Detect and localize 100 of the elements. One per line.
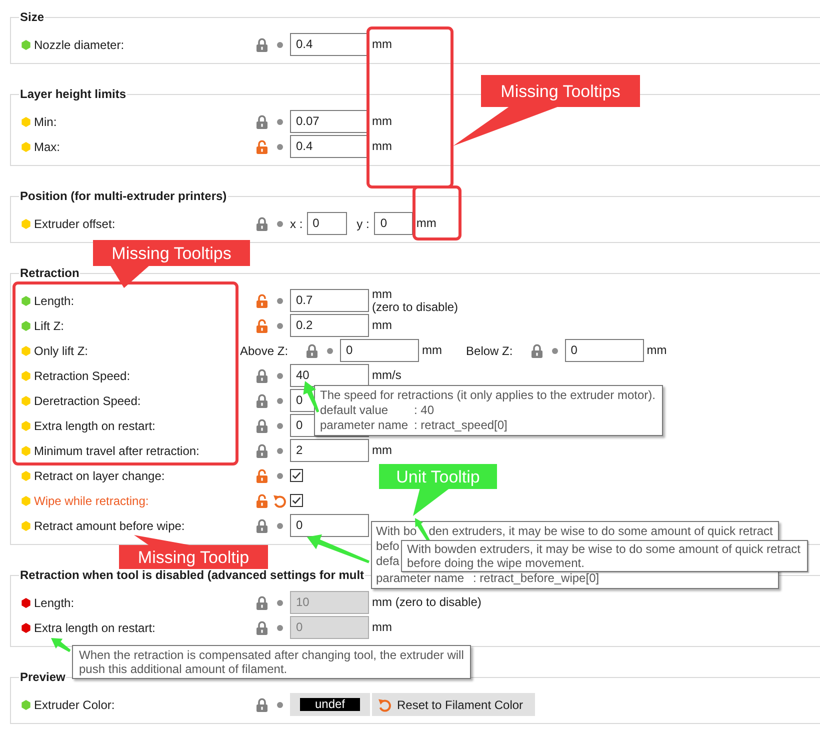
section-title: Layer height limits	[19, 87, 128, 101]
input-field[interactable]: 0.7	[290, 289, 369, 312]
open-padlock-icon[interactable]	[256, 468, 268, 482]
dot-icon	[277, 624, 283, 630]
unit-label: mm	[422, 344, 442, 357]
padlock-icon[interactable]	[256, 418, 268, 432]
padlock-icon[interactable]	[306, 344, 318, 358]
setting-label: Extruder Color:	[34, 698, 115, 712]
param-value: : retract_speed[0]	[414, 418, 508, 433]
axis-label: y :	[356, 216, 370, 230]
unit-label: mm	[372, 115, 392, 128]
callout: Unit Tooltip	[379, 464, 497, 516]
dot-icon	[277, 322, 283, 328]
tooltip-text: The speed for retractions (it only applies to the extruder motor).	[320, 388, 656, 403]
circular-arrow-icon	[378, 698, 391, 712]
padlock-icon[interactable]	[256, 114, 268, 128]
setting-label: Deretraction Speed:	[34, 394, 141, 408]
input-field[interactable]: 0	[374, 212, 414, 235]
input-field[interactable]: 2	[290, 439, 369, 462]
tooltip-text: With bowden extruders, it may be wise to do some amount of quick retract	[407, 542, 801, 556]
color-swatch-button[interactable]: undef	[290, 693, 370, 716]
padlock-icon[interactable]	[256, 38, 268, 52]
unit-label: mm	[372, 444, 392, 457]
unit-label: mm	[646, 344, 667, 357]
field-label: Above Z:	[240, 344, 288, 358]
dot-icon	[277, 144, 283, 150]
padlock-icon[interactable]	[256, 368, 268, 382]
unit-note: (zero to disable)	[372, 300, 458, 314]
input-field[interactable]: 0.07	[290, 110, 369, 133]
dot-icon	[277, 422, 283, 428]
dot-icon	[277, 372, 283, 378]
input-field[interactable]: 0.4	[290, 135, 369, 158]
callout: Missing Tooltips	[93, 240, 250, 288]
tooltip-text: With bo	[376, 524, 417, 539]
open-padlock-icon[interactable]	[256, 494, 268, 508]
padlock-icon[interactable]	[256, 698, 268, 712]
dot-icon	[277, 118, 283, 124]
setting-label: Length:	[34, 596, 74, 610]
dot-icon	[277, 448, 283, 454]
dot-icon	[277, 472, 283, 478]
unit-label: mm	[372, 288, 393, 300]
input-field[interactable]: 0.2	[290, 314, 369, 337]
dot-icon	[327, 348, 334, 354]
setting-label: Wipe while retracting:	[34, 494, 149, 508]
setting-label: Length:	[34, 294, 74, 308]
dot-icon	[277, 522, 283, 528]
setting-label: Extruder offset:	[34, 216, 116, 230]
open-padlock-icon[interactable]	[256, 318, 268, 332]
tooltip-text: den extruders, it may be wise to do some amount of quick retract	[428, 524, 773, 539]
padlock-icon[interactable]	[256, 394, 268, 408]
field-label: Below Z:	[466, 344, 513, 358]
tooltip-text: before doing the wipe movement.	[407, 556, 584, 570]
dot-icon	[277, 42, 283, 48]
padlock-icon[interactable]	[256, 216, 268, 230]
pointer-arrow	[51, 638, 71, 652]
setting-label: Extra length on restart:	[34, 620, 156, 634]
pointer-arrow	[307, 534, 370, 564]
reset-button[interactable]: Reset to Filament Color	[372, 693, 536, 716]
unit-label: mm	[416, 217, 436, 230]
padlock-icon[interactable]	[530, 344, 543, 358]
tooltip-text: defa	[376, 554, 400, 569]
checkbox[interactable]	[290, 494, 303, 507]
dot-icon	[277, 398, 283, 404]
padlock-icon[interactable]	[256, 444, 268, 458]
dot-icon	[277, 220, 283, 226]
section-title: Retraction when tool is disabled (advanced settings for mult	[19, 568, 366, 582]
unit-label: mm (zero to disable)	[372, 596, 482, 609]
input-field[interactable]: 0	[306, 212, 347, 235]
input-field[interactable]: 0	[564, 339, 644, 362]
unit-label: mm	[372, 621, 392, 634]
param-name: default value	[320, 403, 388, 417]
setting-label: Retraction Speed:	[34, 368, 130, 382]
pointer-arrow	[303, 381, 320, 412]
param-value: : retract_before_wipe[0]	[473, 571, 600, 586]
setting-label: Lift Z:	[34, 318, 64, 332]
tooltip-text: When the retraction is compensated after changing tool, the extruder will	[79, 648, 464, 662]
section-title: Preview	[19, 670, 66, 684]
tooltip-text: befo	[376, 539, 400, 554]
setting-label: Max:	[34, 140, 60, 154]
unit-label: mm	[372, 38, 392, 51]
dot-icon	[277, 298, 283, 304]
setting-label: Extra length on restart:	[34, 418, 156, 432]
padlock-icon[interactable]	[256, 518, 268, 532]
input-field[interactable]: 0	[290, 514, 369, 537]
param-value: : 40	[414, 403, 434, 418]
input-field[interactable]: 0	[340, 339, 420, 362]
open-padlock-icon[interactable]	[256, 140, 268, 154]
unit-label: mm	[372, 140, 392, 153]
section-title: Position (for multi-extruder printers)	[19, 189, 228, 203]
checkbox[interactable]	[290, 469, 303, 482]
input-field[interactable]: 0.4	[290, 33, 369, 56]
setting-label: Retract on layer change:	[34, 468, 165, 482]
param-name: parameter name	[376, 571, 464, 585]
axis-label: x :	[290, 216, 303, 230]
tooltip-text: push this additional amount of filament.	[79, 662, 288, 676]
setting-label: Min:	[34, 114, 57, 128]
input-field[interactable]: 40	[290, 364, 369, 387]
setting-label: Nozzle diameter:	[34, 38, 124, 52]
section-title: Retraction	[19, 266, 80, 280]
open-padlock-icon[interactable]	[256, 294, 268, 308]
